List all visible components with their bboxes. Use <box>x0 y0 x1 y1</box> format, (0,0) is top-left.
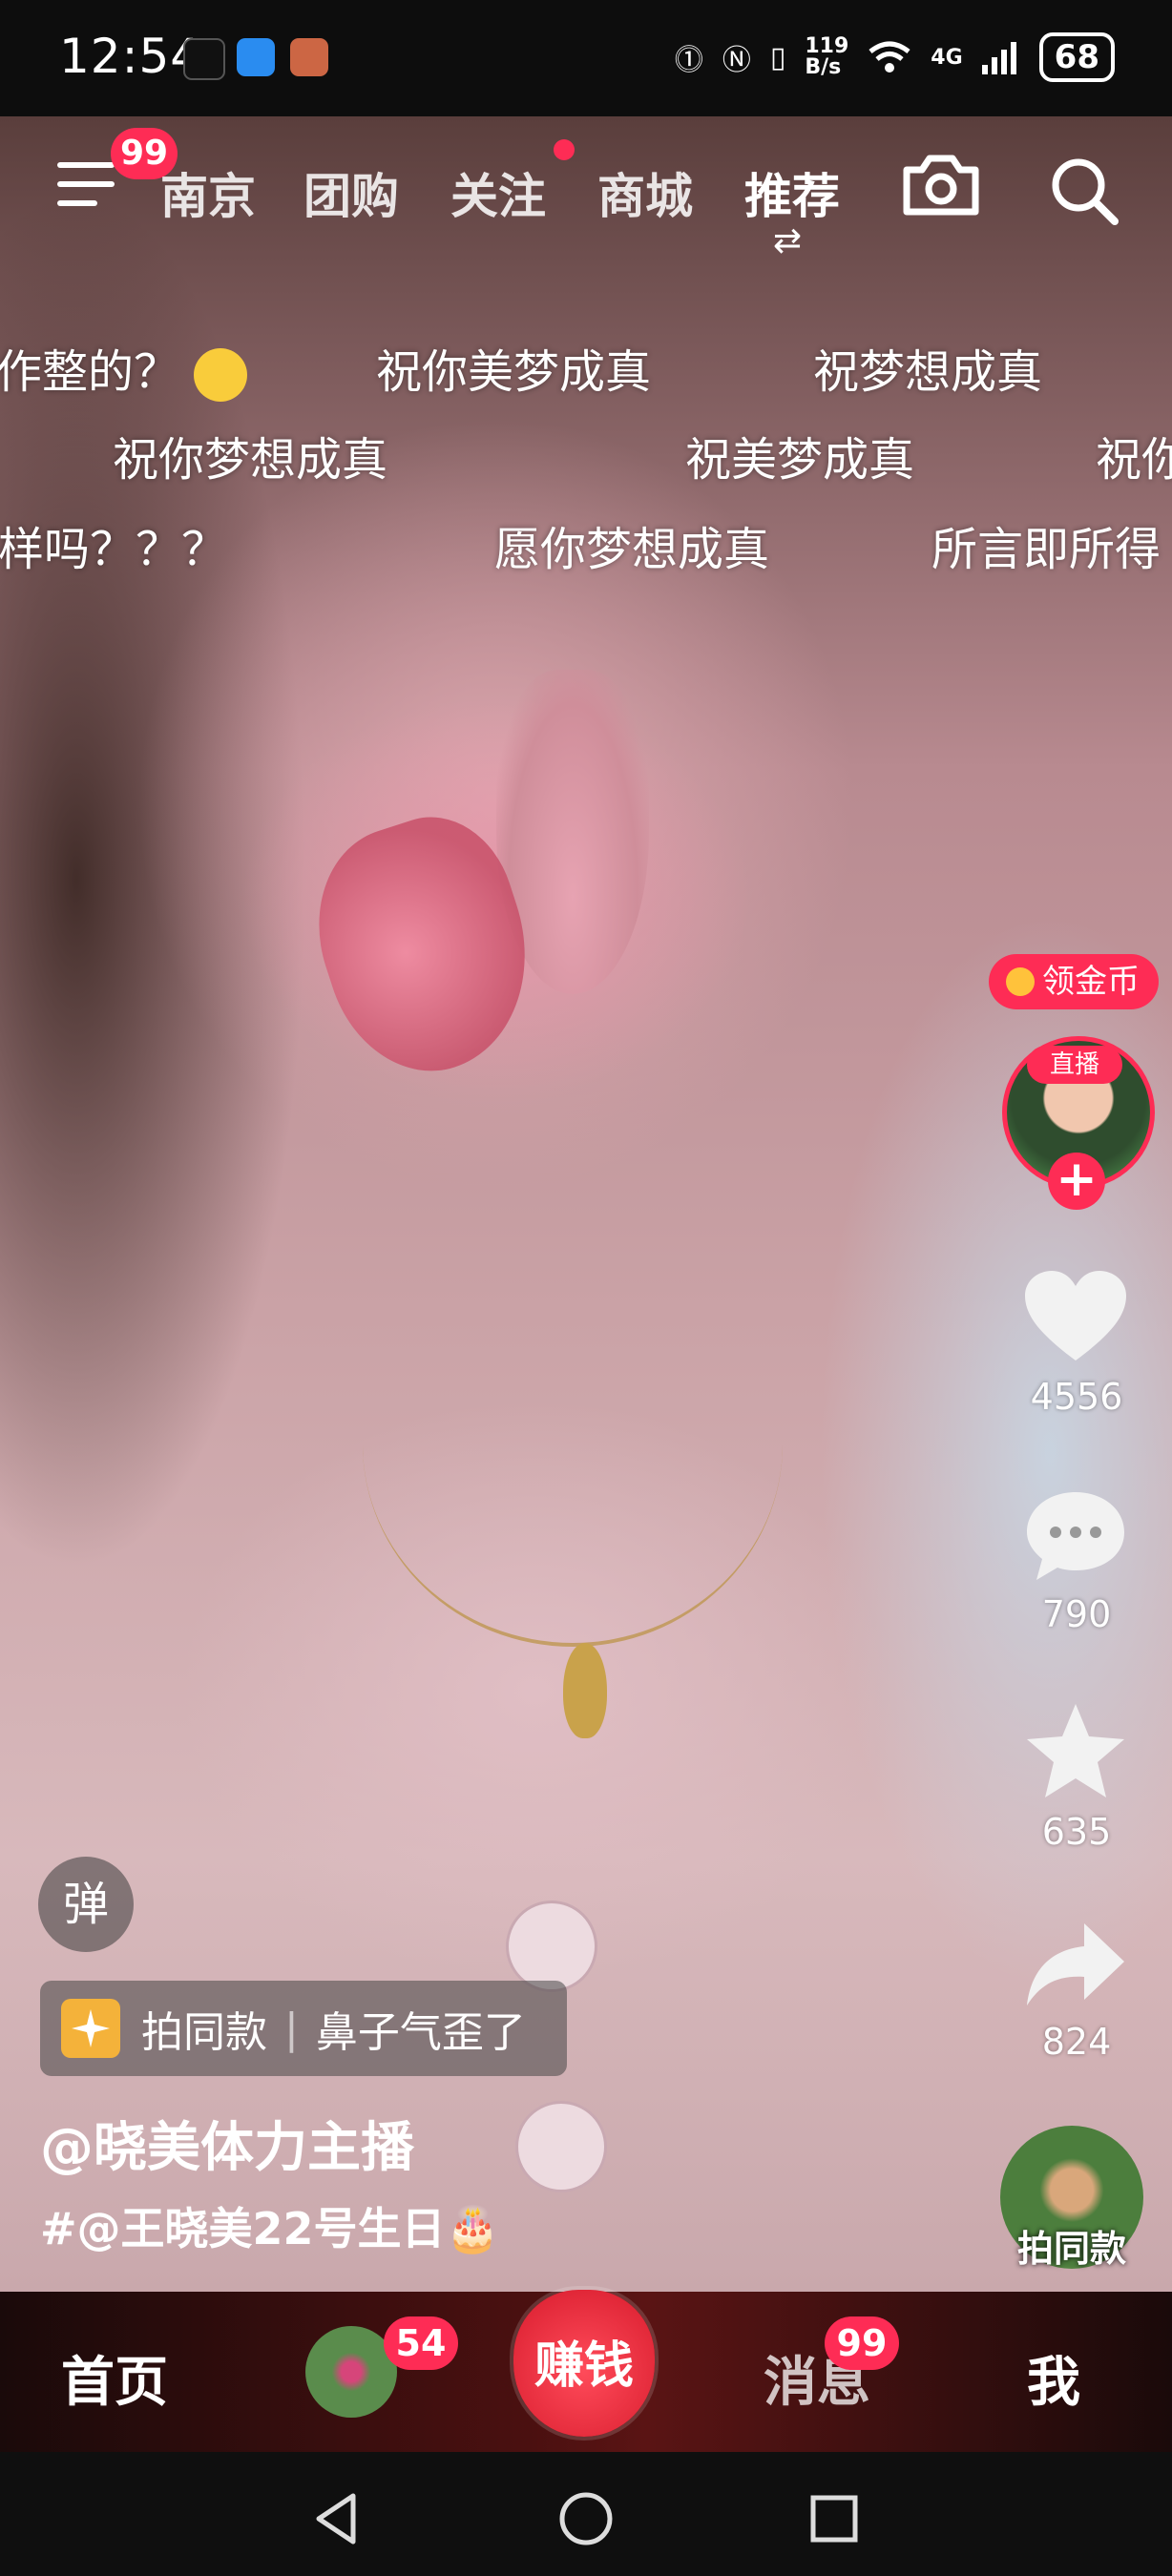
hd-icon: ⓵ <box>674 44 703 77</box>
friends-badge: 54 <box>384 2316 458 2370</box>
coin-icon <box>1006 967 1035 996</box>
danmaku-item: 所言即所得 <box>931 523 1162 576</box>
danmaku-item: 祝你美梦成真 <box>376 345 652 399</box>
tab-following[interactable]: 关注 <box>450 158 546 227</box>
danmaku-item: 作整的？ <box>0 334 248 402</box>
danmaku-toggle-button[interactable]: 弹 <box>38 1857 134 1952</box>
favorite-count: 635 <box>1041 1811 1112 1853</box>
nfc-icon: Ⓝ <box>722 44 751 77</box>
danmaku-item: 祝你 <box>1096 433 1172 487</box>
like-count: 4556 <box>1030 1376 1123 1418</box>
video-pendant-shape <box>563 1643 607 1738</box>
wifi-icon <box>869 41 910 73</box>
status-icons: ⓵ Ⓝ ▯ 119 B/s 4G 68 <box>675 32 1115 82</box>
network-speed: 119 B/s <box>805 34 849 79</box>
video-necklace-shape <box>363 1242 783 1647</box>
music-use-label: 拍同款 <box>1016 2228 1126 2270</box>
sparkle-icon <box>61 1999 120 2058</box>
video-shirt-button <box>515 2101 607 2192</box>
tab-me[interactable]: 我 <box>1027 2339 1080 2417</box>
tab-recommend[interactable]: 推荐 <box>744 158 840 227</box>
collect-coins-button[interactable]: 领金币 <box>989 954 1159 1009</box>
following-dot <box>554 139 575 160</box>
signal-icon <box>981 42 1016 74</box>
clock: 12:54 <box>59 29 202 84</box>
chip-separator: | <box>284 2004 299 2053</box>
collect-coins-label: 领金币 <box>1042 963 1140 1001</box>
game-app-icon <box>290 38 328 76</box>
recents-icon[interactable] <box>806 2490 863 2547</box>
search-icon[interactable] <box>1046 153 1122 229</box>
danmaku-item: 样吗？？？ <box>0 523 228 576</box>
menu-icon[interactable] <box>57 162 115 216</box>
live-tag: 直播 <box>1027 1046 1122 1084</box>
signal-type: 4G <box>931 45 963 70</box>
share-count: 824 <box>1041 2021 1112 2063</box>
video-shirt-button <box>506 1901 597 1992</box>
like-icon[interactable] <box>1023 1269 1128 1364</box>
share-arrow-icon[interactable] <box>1023 1920 1128 2009</box>
follow-button[interactable]: + <box>1048 1153 1105 1210</box>
earn-money-button[interactable]: 赚钱 <box>513 2290 655 2437</box>
comment-count: 790 <box>1041 1593 1112 1635</box>
switch-icon: ⇄ <box>773 221 803 260</box>
comment-icon[interactable] <box>1023 1488 1128 1584</box>
favorite-star-icon[interactable] <box>1023 1700 1128 1801</box>
weather-app-icon <box>237 38 275 76</box>
template-label: 拍同款 <box>141 2008 267 2057</box>
danmaku-item: 祝梦想成真 <box>813 345 1043 399</box>
tab-nanjing[interactable]: 南京 <box>160 158 256 227</box>
author-name[interactable]: @晓美体力主播 <box>40 2105 414 2182</box>
home-icon[interactable] <box>557 2490 615 2547</box>
danmaku-item: 祝美梦成真 <box>685 433 915 487</box>
back-icon[interactable] <box>309 2490 366 2547</box>
template-chip[interactable]: 拍同款 | 鼻子气歪了 <box>40 1981 567 2076</box>
vibrate-icon: ▯ <box>769 40 786 74</box>
battery-indicator: 68 <box>1038 32 1115 82</box>
tab-group-buy[interactable]: 团购 <box>303 158 399 227</box>
video-hashtag[interactable]: #@王晓美22号生日🎂 <box>40 2194 500 2257</box>
tab-mall[interactable]: 商城 <box>597 158 693 227</box>
template-title: 鼻子气歪了 <box>315 2008 526 2057</box>
danmaku-item: 祝你梦想成真 <box>113 433 388 487</box>
tiktok-app-icon <box>183 38 225 80</box>
tab-home[interactable]: 首页 <box>61 2339 168 2417</box>
messages-badge: 99 <box>825 2316 899 2370</box>
camera-icon[interactable] <box>901 153 981 218</box>
danmaku-item: 愿你梦想成真 <box>494 523 770 576</box>
